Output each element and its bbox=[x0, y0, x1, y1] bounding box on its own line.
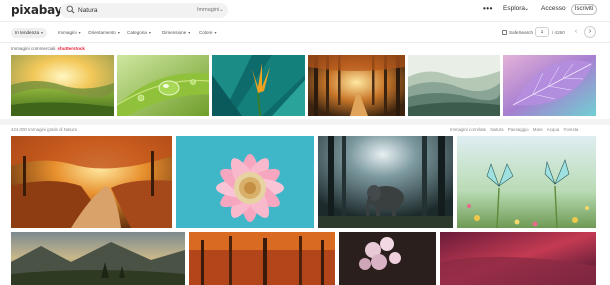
next-page-button[interactable]: › bbox=[584, 26, 596, 38]
image-butterflies bbox=[457, 136, 596, 228]
filter-category[interactable]: Categoria ▾ bbox=[127, 29, 151, 37]
search-scope-select[interactable]: Immagini bbox=[197, 5, 219, 16]
related-label: Immagini correlate bbox=[450, 127, 487, 132]
pixabay-logo[interactable]: pixabay bbox=[11, 3, 62, 17]
section-divider bbox=[0, 119, 610, 125]
previous-page-button[interactable]: ‹ bbox=[570, 26, 582, 38]
safesearch-label: SafeSearch bbox=[509, 30, 534, 35]
filter-size-label: Dimensione bbox=[162, 30, 187, 35]
sponsored-image-misty-mountains[interactable] bbox=[408, 55, 500, 116]
shutterstock-logo[interactable]: shutterstock bbox=[57, 46, 85, 51]
image-green-hills bbox=[11, 55, 114, 116]
sponsored-image-leaf-drop[interactable] bbox=[117, 55, 209, 116]
page-total: / 4260 bbox=[552, 30, 565, 35]
filter-type-label: Immagini bbox=[58, 30, 77, 35]
image-purple-leaf bbox=[503, 55, 596, 116]
login-link[interactable]: Accesso bbox=[541, 3, 566, 15]
filter-color-label: Colore bbox=[199, 30, 213, 35]
result-image-autumn-road[interactable] bbox=[11, 136, 172, 228]
signup-button[interactable]: Iscriviti bbox=[571, 4, 597, 15]
safesearch-toggle[interactable]: SafeSearch bbox=[502, 29, 533, 37]
chevron-down-icon[interactable]: ⌄ bbox=[219, 5, 224, 16]
search-input[interactable]: Natura bbox=[78, 5, 98, 16]
search-bar[interactable]: Natura Immagini ⌄ bbox=[60, 3, 228, 18]
results-count: 424.000 Immagini gratis di Natura bbox=[11, 127, 77, 132]
result-image-elephant[interactable] bbox=[318, 136, 453, 228]
related-searches: Immagini correlate Natura Paesaggio Mare… bbox=[450, 126, 581, 133]
image-elephant bbox=[318, 136, 453, 228]
filter-orientation-label: Orientamento bbox=[88, 30, 116, 35]
sort-trending-dropdown[interactable]: In tendenza ▾ bbox=[11, 28, 48, 38]
related-tag[interactable]: Foresta bbox=[563, 127, 578, 132]
checkbox-icon[interactable] bbox=[502, 30, 507, 35]
sponsored-image-tropical[interactable] bbox=[212, 55, 305, 116]
image-red-forest bbox=[189, 232, 335, 285]
sponsored-image-hills[interactable] bbox=[11, 55, 114, 116]
chevron-down-icon: ▾ bbox=[117, 30, 120, 35]
sponsored-text: Immagini commerciali bbox=[11, 46, 56, 51]
filter-orientation[interactable]: Orientamento ▾ bbox=[88, 29, 120, 37]
image-misty-mountains bbox=[408, 55, 500, 116]
result-image-pink-flower[interactable] bbox=[176, 136, 314, 228]
result-image-mountain-valley[interactable] bbox=[11, 232, 185, 285]
page-number-input[interactable]: 1 bbox=[535, 27, 549, 37]
result-image-red-sky[interactable] bbox=[440, 232, 596, 285]
image-mountain-valley bbox=[11, 232, 185, 285]
chevron-down-icon: ▾ bbox=[214, 30, 217, 35]
filter-bar: In tendenza ▾ Immagini ▾ Orientamento ▾ Cat… bbox=[0, 23, 610, 43]
image-leaf-drop bbox=[117, 55, 209, 116]
explore-menu[interactable]: Esplora bbox=[503, 3, 525, 15]
top-navigation-bar: pixabay Natura Immagini ⌄ ••• Esplora ⌄ … bbox=[0, 0, 610, 22]
sponsored-label: Immagini commerciali shutterstock bbox=[11, 45, 85, 52]
sponsored-image-forest-path[interactable] bbox=[308, 55, 405, 116]
search-icon[interactable] bbox=[66, 5, 75, 14]
sponsored-image-purple-leaf[interactable] bbox=[503, 55, 596, 116]
chevron-down-icon: ▾ bbox=[41, 30, 44, 35]
related-tag[interactable]: Natura bbox=[490, 127, 503, 132]
filter-color[interactable]: Colore ▾ bbox=[199, 29, 217, 37]
image-tropical-leaves bbox=[212, 55, 305, 116]
related-tag[interactable]: Paesaggio bbox=[508, 127, 529, 132]
image-autumn-road bbox=[11, 136, 172, 228]
more-menu-icon[interactable]: ••• bbox=[483, 3, 493, 15]
chevron-down-icon: ▾ bbox=[148, 30, 151, 35]
chevron-down-icon: ▾ bbox=[78, 30, 81, 35]
filter-type[interactable]: Immagini ▾ bbox=[58, 29, 81, 37]
chevron-down-icon[interactable]: ⌄ bbox=[524, 3, 529, 15]
image-flower-vase bbox=[339, 232, 436, 285]
related-tag[interactable]: Mare bbox=[533, 127, 543, 132]
sort-label: In tendenza bbox=[15, 30, 40, 35]
image-forest-path bbox=[308, 55, 405, 116]
filter-size[interactable]: Dimensione ▾ bbox=[162, 29, 190, 37]
result-image-butterflies[interactable] bbox=[457, 136, 596, 228]
result-image-flower-vase[interactable] bbox=[339, 232, 436, 285]
filter-category-label: Categoria bbox=[127, 30, 147, 35]
result-image-red-forest[interactable] bbox=[189, 232, 335, 285]
chevron-down-icon: ▾ bbox=[188, 30, 191, 35]
image-pink-flower bbox=[176, 136, 314, 228]
related-tag[interactable]: Acqua bbox=[547, 127, 559, 132]
image-red-sky bbox=[440, 232, 596, 285]
